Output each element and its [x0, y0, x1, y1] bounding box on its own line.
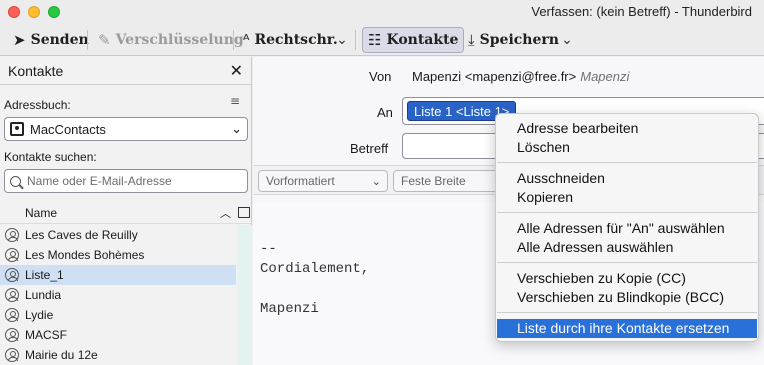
pen-icon: ✎	[98, 31, 111, 49]
toolbar-separator	[233, 30, 234, 50]
chevron-down-icon: ⌄	[371, 174, 381, 188]
contacts-button[interactable]: ☷ Kontakte	[362, 27, 465, 53]
to-label: An	[377, 105, 393, 120]
menu-separator	[497, 312, 757, 313]
contact-avatar-icon	[5, 268, 19, 282]
close-window-button[interactable]	[8, 6, 20, 18]
from-identity: Mapenzi	[580, 69, 630, 84]
save-dropdown-chevron-icon[interactable]: ⌄	[558, 27, 576, 53]
contacts-list-header: Name ︿	[0, 202, 252, 224]
sort-ascending-icon[interactable]: ︿	[220, 205, 231, 221]
menu-item-cut[interactable]: Ausschneiden	[497, 169, 757, 188]
spelling-label: Rechtschr.	[254, 32, 338, 48]
addressbook-label: Adressbuch:	[4, 98, 71, 112]
from-select[interactable]: Mapenzi <mapenzi@free.fr> Mapenzi	[412, 69, 629, 84]
paragraph-format-value: Vorformatiert	[266, 174, 335, 188]
menu-separator	[497, 162, 757, 163]
signature-line: Mapenzi	[260, 301, 319, 317]
search-icon	[10, 175, 21, 187]
zoom-window-button[interactable]	[48, 6, 60, 18]
signature-line: --	[260, 241, 277, 257]
contact-name: Lydie	[25, 308, 54, 322]
menu-item-delete[interactable]: Löschen	[497, 138, 757, 157]
send-label: Senden	[30, 32, 89, 48]
menu-item-copy[interactable]: Kopieren	[497, 188, 757, 207]
contact-avatar-icon	[5, 348, 19, 362]
contact-search-input[interactable]	[27, 174, 227, 188]
address-book-icon: ☷	[368, 31, 382, 49]
save-button[interactable]: ⤓ Speichern	[463, 27, 564, 53]
paper-plane-icon: ➤	[13, 31, 26, 49]
contact-avatar-icon	[5, 288, 19, 302]
addressbook-value: MacContacts	[30, 121, 106, 137]
encryption-label: Verschlüsselung	[115, 32, 244, 48]
close-icon[interactable]: ✕	[230, 61, 243, 80]
from-label: Von	[369, 69, 392, 84]
encryption-button[interactable]: ✎ Verschlüsselung	[93, 27, 249, 53]
paragraph-format-select[interactable]: Vorformatiert ⌄	[258, 170, 388, 192]
column-picker-icon[interactable]	[238, 207, 250, 218]
sidebar-header: Kontakte ✕	[0, 57, 251, 85]
name-column-header[interactable]: Name	[25, 206, 57, 220]
menu-item-move-to-bcc[interactable]: Verschieben zu Blindkopie (BCC)	[497, 288, 757, 307]
subject-label: Betreff	[350, 141, 389, 156]
title-bar: Verfassen: (kein Betreff) - Thunderbird	[0, 0, 764, 24]
chevron-down-icon: ⌄	[231, 121, 242, 137]
contacts-label: Kontakte	[386, 32, 459, 48]
menu-item-select-all[interactable]: Alle Adressen auswählen	[497, 238, 757, 257]
toolbar-separator	[87, 30, 88, 50]
menu-item-move-to-cc[interactable]: Verschieben zu Kopie (CC)	[497, 269, 757, 288]
menu-item-edit-address[interactable]: Adresse bearbeiten	[497, 119, 757, 138]
addressbook-select[interactable]: MacContacts ⌄	[4, 117, 248, 141]
contact-name: Liste_1	[25, 268, 64, 282]
contacts-list: Les Caves de Reuilly Les Mondes Bohèmes …	[0, 225, 236, 365]
from-address: Mapenzi <mapenzi@free.fr>	[412, 69, 577, 84]
menu-item-select-all-to[interactable]: Alle Adressen für "An" auswählen	[497, 219, 757, 238]
signature-text: -- Cordialement, Mapenzi	[260, 239, 369, 319]
toolbar-separator	[355, 30, 356, 50]
contact-row[interactable]: Les Caves de Reuilly	[0, 225, 236, 245]
menu-separator	[497, 212, 757, 213]
contact-name: Lundia	[25, 288, 62, 302]
save-label: Speichern	[479, 32, 559, 48]
contact-name: Les Mondes Bohèmes	[25, 248, 145, 262]
contact-avatar-icon	[5, 308, 19, 322]
contacts-scrollbar[interactable]	[237, 225, 252, 365]
signature-line: Cordialement,	[260, 261, 370, 277]
font-select[interactable]: Feste Breite	[393, 170, 503, 192]
download-icon: ⤓	[468, 31, 475, 49]
spellcheck-icon: ᴬ	[243, 31, 250, 49]
font-value: Feste Breite	[401, 174, 466, 188]
minimize-window-button[interactable]	[28, 6, 40, 18]
contact-name: Mairie du 12e	[25, 348, 98, 362]
contact-row[interactable]: Lydie	[0, 305, 236, 325]
search-label: Kontakte suchen:	[4, 150, 97, 164]
recipient-context-menu: Adresse bearbeiten Löschen Ausschneiden …	[495, 113, 759, 342]
from-row: Von Mapenzi <mapenzi@free.fr> Mapenzi	[253, 69, 764, 89]
contact-row[interactable]: Les Mondes Bohèmes	[0, 245, 236, 265]
send-button[interactable]: ➤ Senden	[8, 27, 94, 53]
contact-name: MACSF	[25, 328, 67, 342]
contact-row[interactable]: Lundia	[0, 285, 236, 305]
contact-row[interactable]: Mairie du 12e	[0, 345, 236, 365]
contacts-sidebar: Kontakte ✕ Adressbuch: ≡ MacContacts ⌄ K…	[0, 57, 252, 365]
contact-avatar-icon	[5, 228, 19, 242]
contact-avatar-icon	[5, 248, 19, 262]
contact-name: Les Caves de Reuilly	[25, 228, 138, 242]
sidebar-title: Kontakte	[8, 62, 64, 79]
search-box[interactable]	[4, 169, 248, 193]
contact-avatar-icon	[5, 328, 19, 342]
contact-row-selected[interactable]: Liste_1	[0, 265, 236, 285]
menu-separator	[497, 262, 757, 263]
menu-item-expand-list[interactable]: Liste durch ihre Kontakte ersetzen	[497, 319, 757, 338]
contact-row[interactable]: MACSF	[0, 325, 236, 345]
address-book-icon	[10, 122, 24, 136]
window-title: Verfassen: (kein Betreff) - Thunderbird	[531, 4, 752, 19]
hamburger-menu-icon[interactable]: ≡	[230, 94, 240, 108]
compose-toolbar: ➤ Senden ✎ Verschlüsselung ᴬ Rechtschr. …	[0, 24, 764, 56]
spelling-button[interactable]: ᴬ Rechtschr.	[238, 27, 343, 53]
spelling-dropdown-chevron-icon[interactable]: ⌄	[333, 27, 351, 53]
